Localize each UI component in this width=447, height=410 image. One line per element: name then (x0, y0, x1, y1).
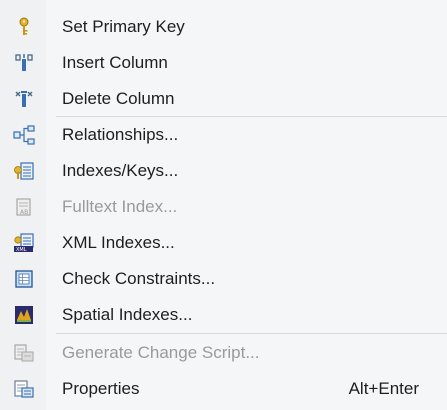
menu-item-properties[interactable]: Properties Alt+Enter (0, 371, 447, 407)
menu-item-label: Set Primary Key (62, 17, 185, 36)
check-constraints-icon (13, 268, 35, 290)
menu-item-label: XML Indexes... (62, 233, 175, 252)
menu-item-label: Fulltext Index... (62, 197, 178, 216)
svg-text:AB: AB (20, 209, 28, 216)
menu-item-insert-column[interactable]: Insert Column (0, 45, 447, 81)
menu-item-label: Delete Column (62, 89, 175, 108)
menu-item-generate-change-script[interactable]: Generate Change Script... (0, 335, 447, 371)
fulltext-index-icon: AB (13, 196, 35, 218)
menu-item-relationships[interactable]: Relationships... (0, 117, 447, 153)
indexes-keys-icon (13, 160, 35, 182)
xml-indexes-icon: XML (13, 232, 35, 254)
menu-item-indexes-keys[interactable]: Indexes/Keys... (0, 153, 447, 189)
menu-item-label: Spatial Indexes... (62, 305, 193, 324)
delete-column-icon (13, 88, 35, 110)
menu-item-set-primary-key[interactable]: Set Primary Key (0, 9, 447, 45)
menu-item-check-constraints[interactable]: Check Constraints... (0, 261, 447, 297)
menu-item-label: Indexes/Keys... (62, 161, 179, 180)
menu-item-delete-column[interactable]: Delete Column (0, 81, 447, 117)
generate-script-icon (13, 342, 35, 364)
key-icon (13, 16, 35, 38)
relationships-icon (13, 124, 35, 146)
menu-item-spatial-indexes[interactable]: Spatial Indexes... (0, 297, 447, 333)
menu-item-label: Generate Change Script... (62, 343, 260, 362)
menu-item-label: Properties (62, 379, 140, 398)
insert-column-icon (13, 52, 35, 74)
properties-icon (13, 378, 35, 400)
menu-item-label: Relationships... (62, 125, 179, 144)
menu-item-label: Insert Column (62, 53, 168, 72)
context-menu: Set Primary Key Insert Column Delete Col… (0, 0, 447, 410)
spatial-indexes-icon (13, 304, 35, 326)
menu-item-label: Check Constraints... (62, 269, 216, 288)
shortcut-text: Alt+Enter (348, 379, 419, 398)
menu-item-xml-indexes[interactable]: XML XML Indexes... (0, 225, 447, 261)
separator (56, 333, 447, 334)
menu-item-fulltext-index[interactable]: AB Fulltext Index... (0, 189, 447, 225)
svg-text:XML: XML (16, 247, 27, 253)
